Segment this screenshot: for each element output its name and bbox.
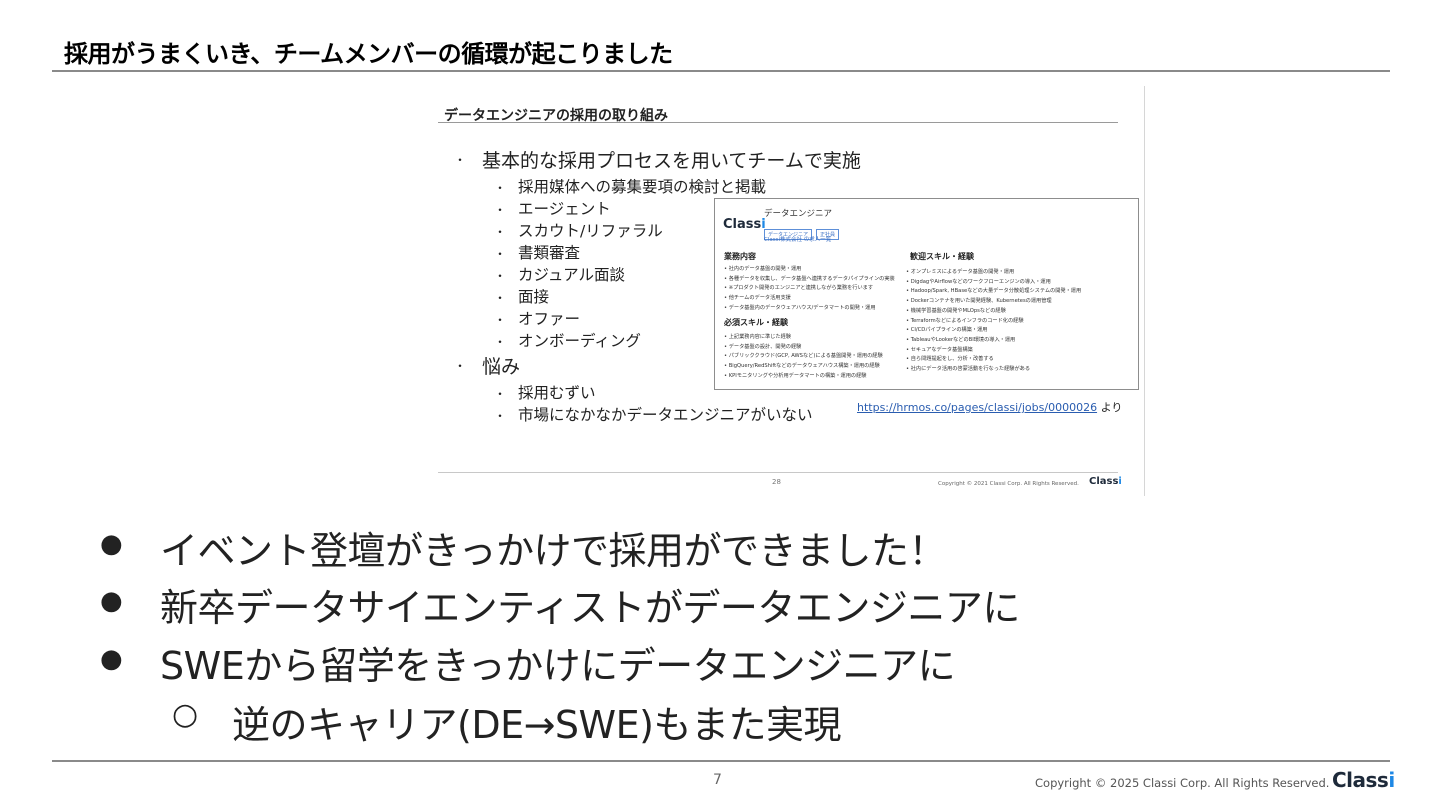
main-bullet: ● SWEから留学をきっかけにデータエンジニアに <box>100 635 956 690</box>
copyright: Copyright © 2025 Classi Corp. All Rights… <box>1035 776 1330 790</box>
embedded-logo: Classi <box>1089 476 1122 487</box>
list-item: 他チームのデータ活用支援 <box>724 294 895 304</box>
main-bullet-text: イベント登壇がきっかけで採用ができました！ <box>160 529 946 573</box>
main-bullet-text: 新卒データサイエンティストがデータエンジニアに <box>160 586 1020 630</box>
job-source-line: https://hrmos.co/pages/classi/jobs/00000… <box>857 399 1122 415</box>
list-item: データ基盤の設計、開発の経験 <box>724 343 883 353</box>
list-item: Dockerコンテナを用いた開発経験、Kubernetesの運用管理 <box>906 297 1081 307</box>
job-welcome-heading: 歓迎スキル・経験 <box>910 252 974 261</box>
list-item-text: 採用媒体への募集要項の検討と掲載 <box>518 178 767 196</box>
job-url-link[interactable]: https://hrmos.co/pages/classi/jobs/00000… <box>857 401 1097 414</box>
bullet-marker: ・ <box>454 359 467 373</box>
list-item: 社内にデータ活用の啓蒙活動を行なった経験がある <box>906 365 1081 375</box>
embedded-slide: データエンジニアの採用の取り組み ・基本的な採用プロセスを用いてチームで実施 ・… <box>436 86 1145 496</box>
list-item: ・面接 <box>494 285 550 307</box>
list-item: オンプレミスによるデータ基盤の開発・運用 <box>906 268 1081 278</box>
classi-logo: Classi <box>1332 768 1395 792</box>
embedded-page-number: 28 <box>772 478 781 486</box>
bullet-marker: ・ <box>454 153 467 167</box>
job-logo: Classi <box>723 217 766 232</box>
bullet-marker: ● <box>100 529 123 559</box>
list-item: ・市場になかなかデータエンジニアがいない <box>494 403 813 425</box>
slide-title: 採用がうまくいき、チームメンバーの循環が起こりました <box>64 40 673 68</box>
job-posting-card: Classi データエンジニア データエンジニア 正社員 Classi株式会社 の… <box>714 198 1139 390</box>
main-bullet: ● 新卒データサイエンティストがデータエンジニアに <box>100 577 1020 632</box>
embedded-title-divider <box>438 122 1118 123</box>
list-item: ・カジュアル面談 <box>494 263 625 285</box>
sub-bullet-text: 逆のキャリア(DE→SWE)もまた実現 <box>232 703 841 747</box>
bullet-marker: ・ <box>494 335 507 349</box>
job-required-list: 上記業務内容に準じた経験 データ基盤の設計、開発の経験 パブリッククラウド(GC… <box>724 333 883 382</box>
bullet-marker: ・ <box>494 387 507 401</box>
list-item: Terraformなどによるインフラのコード化の経験 <box>906 317 1081 327</box>
list-item: 社内のデータ基盤の開発・運用 <box>724 265 895 275</box>
sub-bullet: ○ 逆のキャリア(DE→SWE)もまた実現 <box>172 694 841 749</box>
list-item: ・採用むずい <box>494 381 596 403</box>
bullet-marker: ○ <box>172 697 198 732</box>
list-item-text: オファー <box>518 310 581 328</box>
bullet-marker: ・ <box>494 225 507 239</box>
list-item-text: エージェント <box>518 200 611 218</box>
job-duties-heading: 業務内容 <box>724 252 756 261</box>
job-company-link[interactable]: Classi株式会社 の求人一覧 <box>764 235 831 243</box>
job-url-suffix: より <box>1100 401 1123 414</box>
bullet-marker: ・ <box>494 181 507 195</box>
job-duties-list: 社内のデータ基盤の開発・運用 各種データを収集し、データ基盤へ連携するデータパイ… <box>724 265 895 314</box>
list-item-text: スカウト/リファラル <box>518 222 663 240</box>
bullet-marker: ・ <box>494 269 507 283</box>
bullet-marker: ● <box>100 586 123 616</box>
list-item: ※プロダクト開発のエンジニアと連携しながら業務を行います <box>724 284 895 294</box>
list-item: ・スカウト/リファラル <box>494 219 663 241</box>
list-item: 各種データを収集し、データ基盤へ連携するデータパイプラインの実装 <box>724 275 895 285</box>
embedded-copyright: Copyright © 2021 Classi Corp. All Rights… <box>938 481 1079 487</box>
list-item: BigQuery/RedShiftなどのデータウェアハウス構築・運用の経験 <box>724 362 883 372</box>
list-item: データ基盤内のデータウェアハウス/データマートの開発・運用 <box>724 304 895 314</box>
list-item: 機械学習基盤の開発やMLOpsなどの経験 <box>906 307 1081 317</box>
title-divider <box>52 70 1390 72</box>
list-item: KPIモニタリングや分析用データマートの構築・運用の経験 <box>724 372 883 382</box>
main-bullet: ● イベント登壇がきっかけで採用ができました！ <box>100 520 946 575</box>
list-item: ・ 基本的な採用プロセスを用いてチームで実施 <box>454 146 861 173</box>
list-item: パブリッククラウド(GCP, AWSなど)による基盤開発・運用の経験 <box>724 352 883 362</box>
list-item: ・書類審査 <box>494 241 581 263</box>
footer-divider <box>52 760 1390 762</box>
list-item-text: 基本的な採用プロセスを用いてチームで実施 <box>482 150 861 172</box>
list-item: ・ 悩み <box>454 352 521 379</box>
page-number: 7 <box>713 772 722 788</box>
job-welcome-list: オンプレミスによるデータ基盤の開発・運用 DigdagやAirflowなどのワー… <box>906 268 1081 375</box>
list-item-text: 市場になかなかデータエンジニアがいない <box>518 406 813 424</box>
list-item: ・オファー <box>494 307 581 329</box>
list-item: CI/CDパイプラインの構築・運用 <box>906 326 1081 336</box>
list-item: ・オンボーディング <box>494 329 641 351</box>
embedded-footer-divider <box>438 472 1118 473</box>
list-item: DigdagやAirflowなどのワークフローエンジンの導入・運用 <box>906 278 1081 288</box>
bullet-marker: ・ <box>494 313 507 327</box>
list-item-text: 書類審査 <box>518 244 581 262</box>
main-bullet-text: SWEから留学をきっかけにデータエンジニアに <box>160 644 956 688</box>
list-item: TableauやLookerなどのBI環境の導入・運用 <box>906 336 1081 346</box>
list-item-text: カジュアル面談 <box>518 266 625 284</box>
list-item-text: 面接 <box>518 288 550 306</box>
list-item: ・エージェント <box>494 197 611 219</box>
bullet-marker: ・ <box>494 291 507 305</box>
list-item-text: 悩み <box>482 356 521 378</box>
list-item-text: 採用むずい <box>518 384 596 402</box>
list-item: ・採用媒体への募集要項の検討と掲載 <box>494 175 767 197</box>
list-item: 自ら問題提起をし、分析・改善する <box>906 355 1081 365</box>
list-item: 上記業務内容に準じた経験 <box>724 333 883 343</box>
job-required-heading: 必須スキル・経験 <box>724 318 788 327</box>
job-title: データエンジニア <box>764 209 833 219</box>
bullet-marker: ・ <box>494 203 507 217</box>
bullet-marker: ・ <box>494 409 507 423</box>
bullet-marker: ● <box>100 644 123 674</box>
bullet-marker: ・ <box>494 247 507 261</box>
list-item: Hadoop/Spark, HBaseなどの大量データ分散処理システムの開発・運… <box>906 287 1081 297</box>
list-item-text: オンボーディング <box>518 332 641 350</box>
list-item: セキュアなデータ基盤構築 <box>906 346 1081 356</box>
